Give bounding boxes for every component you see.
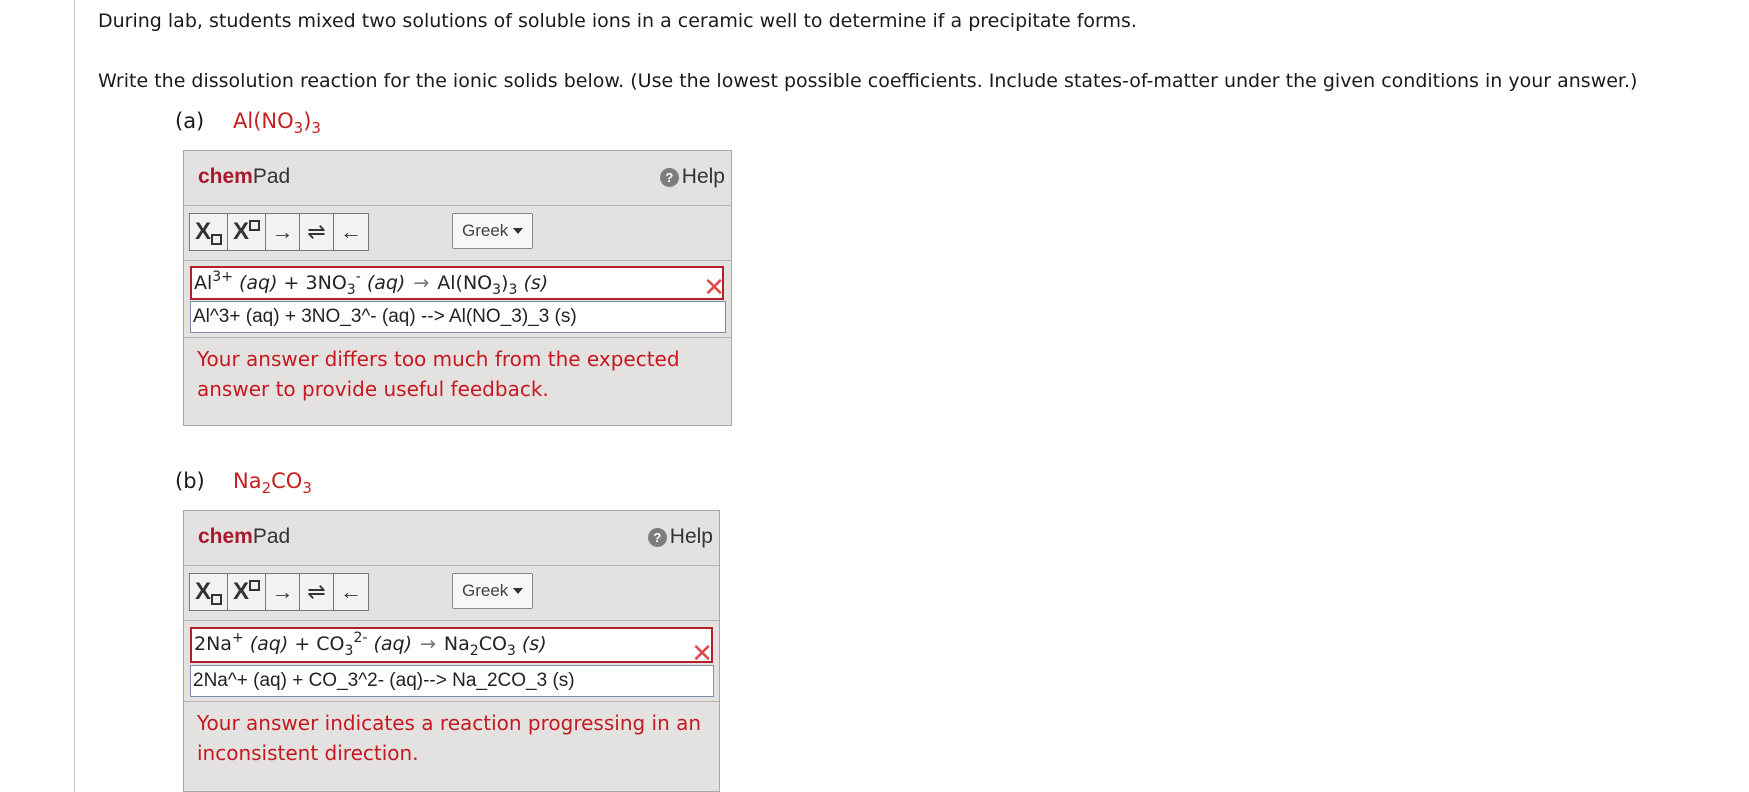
chempad-b: chemPad ? Help X X → ⇌ ← Greek 2Na+ (aq) … xyxy=(183,510,720,792)
chevron-down-icon xyxy=(513,588,524,594)
chevron-down-icon xyxy=(513,228,524,234)
equilibrium-arrow-button[interactable]: ⇌ xyxy=(300,574,334,610)
right-arrow-button[interactable]: → xyxy=(266,214,300,250)
help-link[interactable]: ? Help xyxy=(659,165,725,189)
part-formula: Al(NO3)3 xyxy=(233,109,321,137)
greek-dropdown[interactable]: Greek xyxy=(452,213,534,249)
feedback-message: Your answer differs too much from the ex… xyxy=(197,347,680,401)
intro-text: During lab, students mixed two solutions… xyxy=(98,10,1137,32)
chempad-toolbar: X X → ⇌ ← Greek xyxy=(184,566,719,621)
answer-input[interactable]: 2Na^+ (aq) + CO_3^2- (aq)--> Na_2CO_3 (s… xyxy=(190,665,714,697)
help-icon: ? xyxy=(659,168,679,187)
instructions-text: Write the dissolution reaction for the i… xyxy=(98,70,1638,92)
superscript-button[interactable]: X xyxy=(228,574,266,610)
equilibrium-arrow-button[interactable]: ⇌ xyxy=(300,214,334,250)
greek-dropdown[interactable]: Greek xyxy=(452,573,534,609)
chempad-answer-area: 2Na+ (aq) + CO32- (aq) → Na2CO3 (s) ✕ 2Na^… xyxy=(184,621,719,702)
answer-input[interactable]: Al^3+ (aq) + 3NO_3^- (aq) --> Al(NO_3)_3… xyxy=(190,301,726,333)
subscript-button[interactable]: X xyxy=(190,214,228,250)
part-letter: (b) xyxy=(175,469,205,493)
part-b-label: (b) Na2CO3 xyxy=(175,469,312,497)
right-arrow-button[interactable]: → xyxy=(266,574,300,610)
chempad-header: chemPad ? Help xyxy=(184,511,719,566)
help-icon: ? xyxy=(647,528,667,547)
left-arrow-button[interactable]: ← xyxy=(334,214,368,250)
chempad-a: chemPad ? Help X X → ⇌ ← Greek Al3+ (aq) … xyxy=(183,150,732,426)
chempad-header: chemPad ? Help xyxy=(184,151,731,206)
rendered-answer: Al3+ (aq) + 3NO3- (aq) → Al(NO3)3 (s) xyxy=(190,266,724,300)
feedback-message: Your answer indicates a reaction progres… xyxy=(197,711,702,765)
rendered-answer: 2Na+ (aq) + CO32- (aq) → Na2CO3 (s) xyxy=(190,627,713,663)
toolbar-button-group: X X → ⇌ ← xyxy=(189,573,369,611)
left-divider xyxy=(74,0,75,792)
part-letter: (a) xyxy=(175,109,205,133)
part-formula: Na2CO3 xyxy=(233,469,312,497)
help-link[interactable]: ? Help xyxy=(647,525,713,549)
incorrect-icon: ✕ xyxy=(703,273,725,303)
incorrect-icon: ✕ xyxy=(691,639,713,669)
chempad-title: chemPad xyxy=(198,165,291,188)
left-arrow-button[interactable]: ← xyxy=(334,574,368,610)
chempad-toolbar: X X → ⇌ ← Greek xyxy=(184,206,731,261)
subscript-button[interactable]: X xyxy=(190,574,228,610)
superscript-button[interactable]: X xyxy=(228,214,266,250)
part-a-label: (a) Al(NO3)3 xyxy=(175,109,321,137)
toolbar-button-group: X X → ⇌ ← xyxy=(189,213,369,251)
chempad-answer-area: Al3+ (aq) + 3NO3- (aq) → Al(NO3)3 (s) ✕ Al… xyxy=(184,261,731,338)
chempad-title: chemPad xyxy=(198,525,291,548)
